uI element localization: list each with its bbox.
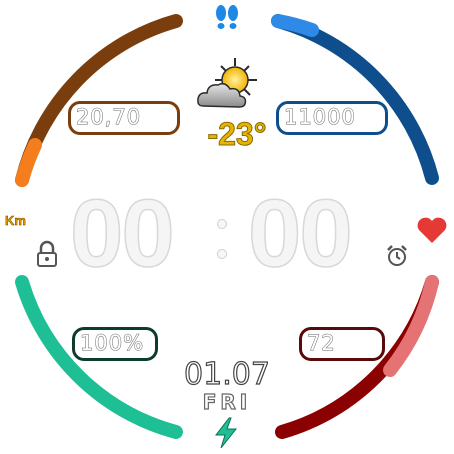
date-day-month: 01.07 (183, 357, 270, 392)
time-separator (214, 215, 230, 263)
watch-face: -23° 20,70 Km 11000 100% 72 00 00 01.07 … (0, 0, 454, 454)
distance-value: 20,70 (75, 105, 142, 129)
footsteps-icon (216, 5, 238, 29)
time-hours: 00 (69, 180, 175, 287)
date-weekday: FRI (202, 390, 252, 414)
heart-rate-value: 72 (307, 331, 336, 355)
lightning-icon (214, 417, 238, 449)
heart-icon (417, 217, 447, 243)
alarm-clock-icon (387, 245, 407, 266)
time-minutes: 00 (247, 180, 353, 287)
steps-arc-accent (271, 14, 319, 37)
distance-unit: Km (5, 213, 26, 229)
steps-arc (271, 14, 439, 185)
battery-value: 100% (79, 331, 145, 355)
partly-cloudy-icon (197, 58, 257, 108)
distance-arc-accent (15, 138, 42, 187)
heart-arc-accent (383, 275, 439, 377)
steps-value: 11000 (284, 105, 356, 129)
lock-icon (37, 240, 57, 267)
temperature-value: -23° (207, 116, 267, 152)
